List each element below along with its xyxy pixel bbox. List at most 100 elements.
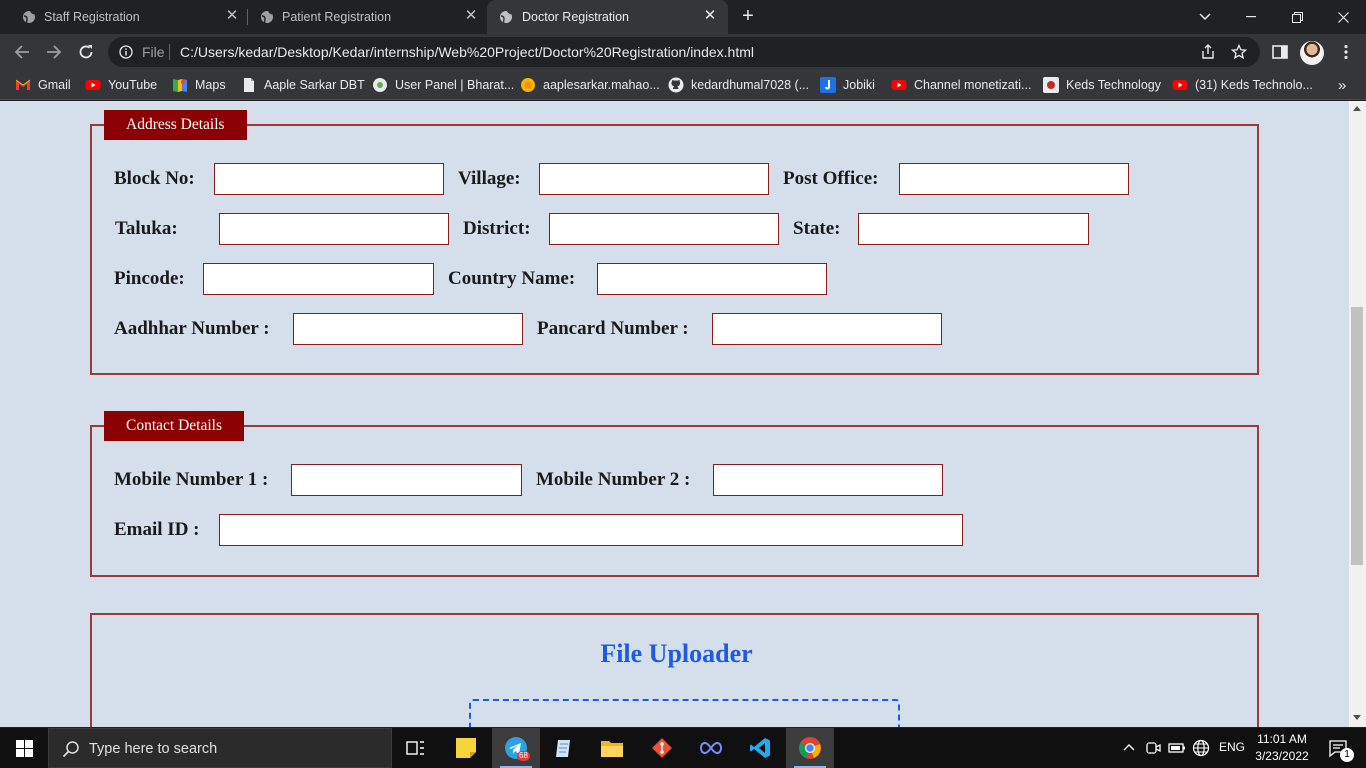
arrow-right-icon [47,45,62,59]
folder-icon [601,741,623,757]
maps-icon [173,79,187,92]
close-tab-icon[interactable]: ✕ [463,8,479,24]
post-office-input[interactable] [899,163,1129,195]
chevron-up-icon[interactable] [1120,739,1138,757]
bookmark-github[interactable]: kedardhumal7028 (... [668,76,809,94]
tab-title: Doctor Registration [522,10,629,24]
meet-now-icon[interactable] [1144,739,1162,757]
state-input[interactable] [858,213,1089,245]
star-icon[interactable] [1231,44,1247,60]
sticky-notes-app[interactable] [442,728,490,768]
taskbar-clock[interactable]: 11:01 AM 3/23/2022 [1252,731,1312,765]
infinity-app[interactable] [687,728,735,768]
scroll-down-arrow-icon[interactable] [1353,715,1361,720]
bookmark-user-panel[interactable]: User Panel | Bharat... [372,76,514,94]
forward-button[interactable] [42,40,66,64]
pancard-number-label: Pancard Number : [537,318,689,339]
windows-logo-icon [15,739,33,757]
new-tab-button[interactable]: + [738,6,758,26]
aadhar-number-input[interactable] [293,313,523,345]
post-office-label: Post Office: [783,168,879,189]
more-menu-icon[interactable] [1337,43,1355,61]
emblem-icon [373,78,387,92]
notepad-app[interactable] [540,728,588,768]
scrollbar-thumb[interactable] [1351,307,1363,565]
reload-button[interactable] [74,40,98,64]
bookmark-channel-monetization[interactable]: Channel monetizati... [891,76,1031,94]
battery-icon[interactable] [1168,739,1186,757]
file-explorer-app[interactable] [588,728,636,768]
globe-icon [500,10,512,24]
bookmarks-overflow-button[interactable]: » [1338,76,1346,94]
notepad-icon [556,740,570,757]
file-drop-zone[interactable] [469,699,900,727]
git-app[interactable] [638,728,686,768]
address-bar[interactable]: File C:/Users/kedar/Desktop/Kedar/intern… [108,37,1260,67]
scroll-up-arrow-icon[interactable] [1353,106,1361,111]
vscode-app[interactable] [736,728,784,768]
pancard-number-input[interactable] [712,313,942,345]
scheme-label: File [142,44,165,60]
bookmark-youtube[interactable]: YouTube [85,76,157,94]
taluka-input[interactable] [219,213,449,245]
district-input[interactable] [549,213,779,245]
mobile-number-2-input[interactable] [713,464,943,496]
document-icon [244,78,254,92]
minimize-button[interactable] [1228,0,1274,34]
tab-title: Staff Registration [44,10,140,24]
file-uploader-section: File Uploader [90,613,1259,727]
file-uploader-title: File Uploader [600,639,753,668]
tab-patient-registration[interactable]: Patient Registration ✕ [238,0,486,34]
minimize-icon [1246,16,1256,18]
tab-search-button[interactable] [1182,0,1228,34]
bookmark-aaplesarkar-mahaonline[interactable]: aaplesarkar.mahao... [520,76,660,94]
chrome-app[interactable] [786,728,834,768]
close-window-button[interactable] [1320,0,1366,34]
url-text[interactable]: C:/Users/kedar/Desktop/Kedar/internship/… [180,44,754,60]
tab-staff-registration[interactable]: Staff Registration ✕ [0,0,246,34]
network-globe-icon[interactable] [1192,739,1210,757]
profile-avatar[interactable] [1300,41,1324,65]
page-scrollbar[interactable] [1349,101,1366,727]
tab-doctor-registration[interactable]: Doctor Registration ✕ [487,0,728,34]
country-name-input[interactable] [597,263,827,295]
side-panel-icon[interactable] [1271,43,1289,61]
share-icon[interactable] [1200,44,1216,60]
address-details-legend: Address Details [104,110,247,140]
github-icon [668,77,684,93]
bookmark-jobiki[interactable]: Jobiki [820,76,875,94]
back-button[interactable] [10,40,34,64]
mobile-number-1-input[interactable] [291,464,522,496]
bookmark-keds-technology-youtube[interactable]: (31) Keds Technolo... [1172,76,1313,94]
language-indicator[interactable]: ENG [1219,740,1245,754]
tab-title: Patient Registration [282,10,392,24]
telegram-app[interactable]: 68 [492,728,540,768]
block-no-input[interactable] [214,163,444,195]
bookmark-maps[interactable]: Maps [172,76,226,94]
chrome-icon [799,737,821,759]
village-input[interactable] [539,163,769,195]
bookmark-label: Jobiki [843,78,875,92]
arrow-left-icon [14,45,29,59]
omnibox-divider [169,44,170,60]
bookmark-keds-technology[interactable]: Keds Technology [1043,76,1161,94]
task-view-button[interactable] [392,728,440,768]
start-button[interactable] [0,728,48,768]
browser-toolbar: File C:/Users/kedar/Desktop/Kedar/intern… [0,34,1366,70]
search-placeholder: Type here to search [89,741,218,757]
info-icon[interactable] [119,45,133,59]
pincode-input[interactable] [203,263,434,295]
email-id-input[interactable] [219,514,963,546]
bookmark-label: Aaple Sarkar DBT [264,78,365,92]
clock-date: 3/23/2022 [1255,749,1309,763]
notifications-button[interactable]: 1 [1318,728,1358,768]
bookmark-label: aaplesarkar.mahao... [543,78,660,92]
restore-button[interactable] [1274,0,1320,34]
bookmark-aaple-sarkar-dbt[interactable]: Aaple Sarkar DBT [241,76,365,94]
bookmark-gmail[interactable]: Gmail [15,76,71,94]
bookmark-label: Keds Technology [1066,78,1161,92]
youtube-icon [891,80,907,90]
close-icon [1337,11,1349,23]
taskbar-search-box[interactable]: Type here to search [48,728,392,768]
close-tab-icon[interactable]: ✕ [702,8,718,24]
